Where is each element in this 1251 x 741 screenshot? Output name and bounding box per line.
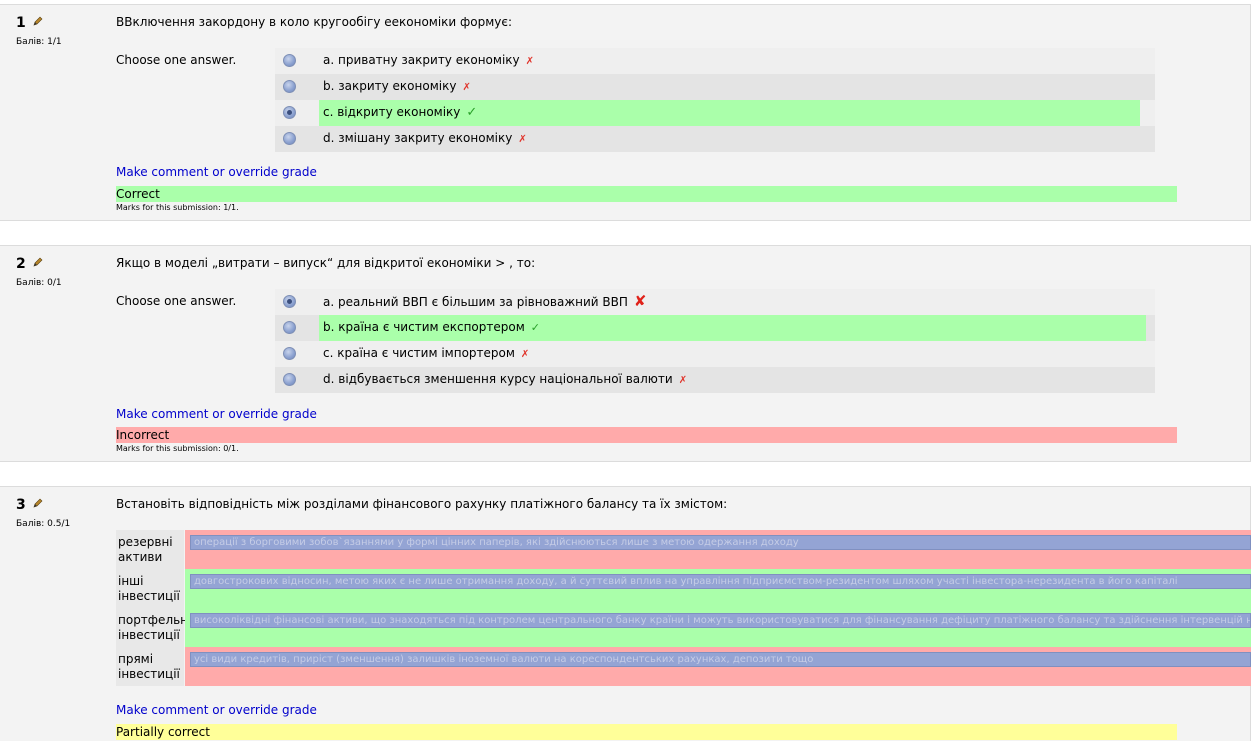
- question-2: 2 Бaлів: 0/1 Якщо в моделі „витрати – ви…: [0, 245, 1251, 462]
- match-label: резервні активи: [116, 530, 184, 569]
- match-label: портфельні інвестиції: [116, 608, 191, 647]
- answer-label: d. відбувається зменшення курсу націонал…: [319, 367, 687, 393]
- answer-label: a. реальний ВВП є більшим за рівноважний…: [319, 289, 646, 315]
- status-bar: Partially correct: [116, 724, 1177, 740]
- match-label: прямі інвестиції: [116, 647, 184, 686]
- cross-icon: ✗: [518, 134, 527, 145]
- edit-icon[interactable]: [33, 257, 43, 267]
- answer-label: a. приватну закриту економіку ✗: [319, 48, 534, 74]
- match-row: прямі інвестиції усі види кредитів, прир…: [116, 647, 1251, 686]
- question-1: 1 Бaлів: 1/1 ВВключення закордону в коло…: [0, 4, 1251, 221]
- answer-prompt: Choose one answer.: [116, 53, 237, 67]
- answer-option-d[interactable]: d. змішану закриту економіку ✗: [275, 126, 1155, 152]
- comment-override-link[interactable]: Make comment or override grade: [116, 407, 317, 421]
- match-row: інші інвестиції довгострокових відносин,…: [116, 569, 1251, 608]
- question-text: Якщо в моделі „витрати – випуск“ для від…: [116, 256, 536, 270]
- question-3: 3 Бaлів: 0.5/1 Встановіть відповідність …: [0, 486, 1251, 741]
- match-select[interactable]: усі види кредитів, приріст (зменшення) з…: [190, 652, 1251, 667]
- question-number: 1: [16, 15, 26, 31]
- status-bar: Correct: [116, 186, 1177, 202]
- marks-submission: Marks for this submission: 1/1.: [116, 203, 239, 212]
- radio-button[interactable]: [283, 80, 296, 93]
- cross-icon: ✗: [678, 375, 688, 386]
- match-select[interactable]: операції з борговими зобов`язаннями у фо…: [190, 535, 1251, 550]
- question-grade: Бaлів: 1/1: [16, 37, 62, 47]
- answer-label: b. країна є чистим експортером ✓: [319, 315, 1146, 341]
- radio-button[interactable]: [283, 321, 296, 334]
- radio-button[interactable]: [283, 132, 296, 145]
- answer-option-c[interactable]: c. країна є чистим імпортером ✗: [275, 341, 1155, 367]
- question-text: ВВключення закордону в коло кругообігу е…: [116, 15, 513, 29]
- answer-prompt: Choose one answer.: [116, 294, 237, 308]
- check-icon: ✓: [530, 321, 540, 334]
- radio-button-checked[interactable]: [283, 106, 296, 119]
- question-content: ВВключення закордону в коло кругообігу е…: [116, 15, 512, 29]
- match-cell: високоліквідні фінансові активи, що знах…: [185, 608, 1251, 647]
- answer-label: c. країна є чистим імпортером ✗: [319, 341, 529, 367]
- answer-option-d[interactable]: d. відбувається зменшення курсу націонал…: [275, 367, 1155, 393]
- answer-option-a[interactable]: a. приватну закриту економіку ✗: [275, 48, 1155, 74]
- question-text: Встановіть відповідність між розділами ф…: [116, 497, 728, 511]
- cross-icon: ✗: [462, 82, 471, 93]
- status-bar: Incorrect: [116, 427, 1177, 443]
- radio-button[interactable]: [283, 54, 296, 67]
- answer-option-b[interactable]: b. країна є чистим експортером ✓: [275, 315, 1155, 341]
- question-content: Якщо в моделі „витрати – випуск“ для від…: [116, 256, 535, 270]
- question-number: 2: [16, 256, 26, 272]
- cross-icon: ✘: [633, 292, 647, 310]
- edit-icon[interactable]: [33, 16, 43, 26]
- match-cell: операції з борговими зобов`язаннями у фо…: [185, 530, 1251, 569]
- radio-button-checked[interactable]: [283, 295, 296, 308]
- match-row: резервні активи операції з борговими зоб…: [116, 530, 1251, 569]
- match-select[interactable]: довгострокових відносин, метою яких є не…: [190, 574, 1251, 589]
- answer-label: b. закриту економіку ✗: [319, 74, 471, 100]
- match-select[interactable]: високоліквідні фінансові активи, що знах…: [190, 613, 1251, 628]
- answer-list: a. приватну закриту економіку ✗ b. закрит…: [275, 48, 1155, 152]
- check-icon: ✓: [466, 105, 478, 120]
- radio-button[interactable]: [283, 347, 296, 360]
- question-content: Встановіть відповідність між розділами ф…: [116, 497, 727, 511]
- question-grade: Бaлів: 0/1: [16, 278, 62, 288]
- question-grade: Бaлів: 0.5/1: [16, 519, 71, 529]
- match-label: інші інвестиції: [116, 569, 184, 608]
- answer-option-a[interactable]: a. реальний ВВП є більшим за рівноважний…: [275, 289, 1155, 315]
- radio-button[interactable]: [283, 373, 296, 386]
- match-cell: довгострокових відносин, метою яких є не…: [185, 569, 1251, 608]
- question-info: 2 Бaлів: 0/1: [16, 256, 106, 288]
- answer-label: d. змішану закриту економіку ✗: [319, 126, 527, 152]
- edit-icon[interactable]: [33, 498, 43, 508]
- answer-option-b[interactable]: b. закриту економіку ✗: [275, 74, 1155, 100]
- marks-submission: Marks for this submission: 0/1.: [116, 444, 239, 453]
- cross-icon: ✗: [520, 349, 530, 360]
- cross-icon: ✗: [525, 56, 535, 67]
- match-row: портфельні інвестиції високоліквідні фін…: [116, 608, 1251, 647]
- answer-list: a. реальний ВВП є більшим за рівноважний…: [275, 289, 1155, 393]
- matching-table: резервні активи операції з борговими зоб…: [116, 530, 1251, 686]
- comment-override-link[interactable]: Make comment or override grade: [116, 165, 317, 179]
- answer-label: c. відкриту економіку ✓: [319, 100, 1140, 126]
- match-cell: усі види кредитів, приріст (зменшення) з…: [185, 647, 1251, 686]
- answer-option-c[interactable]: c. відкриту економіку ✓: [275, 100, 1155, 126]
- question-info: 1 Бaлів: 1/1: [16, 15, 106, 47]
- comment-override-link[interactable]: Make comment or override grade: [116, 703, 317, 717]
- question-info: 3 Бaлів: 0.5/1: [16, 497, 106, 529]
- question-number: 3: [16, 497, 26, 513]
